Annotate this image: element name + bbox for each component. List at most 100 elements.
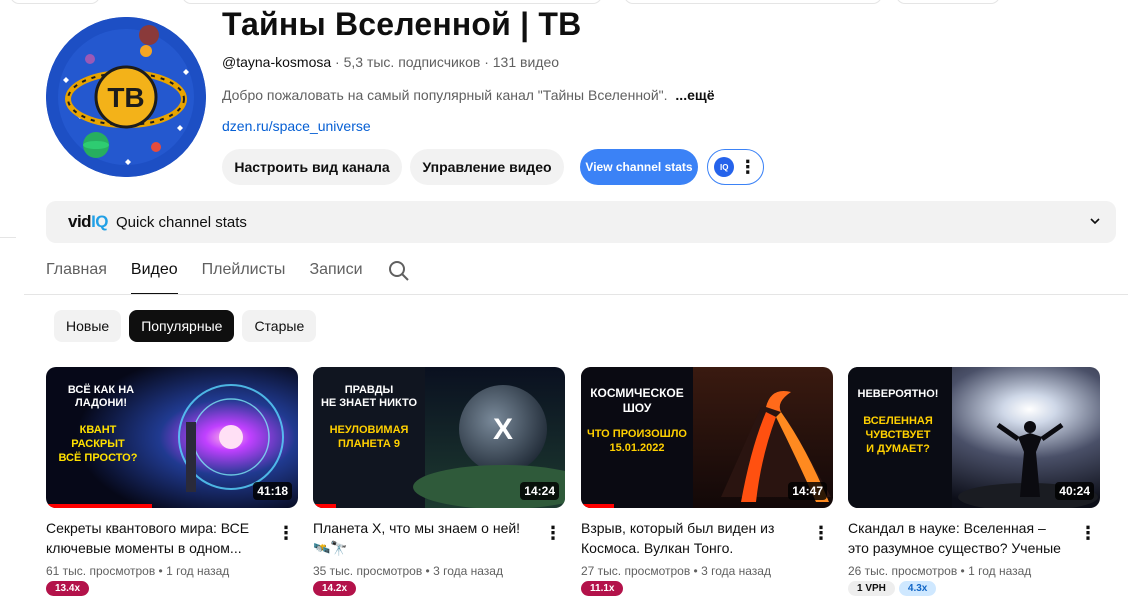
- chip-newest[interactable]: Новые: [54, 310, 122, 342]
- video-meta: 26 тыс. просмотров • 1 год назад: [848, 564, 1032, 578]
- divider: [0, 237, 16, 238]
- thumb-text: 15.01.2022: [609, 442, 664, 454]
- video-thumbnail[interactable]: НЕВЕРОЯТНО! ВСЕЛЕННАЯ ЧУВСТВУЕТ И ДУМАЕТ…: [848, 367, 1100, 508]
- top-bar-fragment: [896, 0, 1000, 4]
- outlier-score-badge: 14.2x: [313, 581, 357, 596]
- thumb-text: ШОУ: [623, 401, 652, 415]
- vidiq-badges: 11.1x: [581, 581, 833, 596]
- video-thumbnail[interactable]: X ПРАВДЫ НЕ ЗНАЕТ НИКТО НЕУЛОВИМАЯ ПЛАНЕ…: [313, 367, 565, 508]
- thumb-text: ЧТО ПРОИЗОШЛО: [587, 428, 687, 440]
- view-count: 35 тыс. просмотров: [313, 564, 423, 578]
- subscriber-count: 5,3 тыс. подписчиков: [343, 54, 481, 70]
- vidiq-logo: vidIQ: [68, 212, 109, 231]
- watch-progress-bar: [46, 504, 152, 508]
- channel-title: Тайны Вселенной | ТВ: [222, 6, 582, 42]
- watch-progress-bar: [313, 504, 336, 508]
- thumb-text: КОСМИЧЕСКОЕ: [590, 386, 684, 400]
- sort-chips: Новые Популярные Старые: [54, 310, 317, 342]
- more-vert-icon[interactable]: ⋮: [1076, 521, 1100, 545]
- video-title[interactable]: Скандал в науке: Вселенная – это разумно…: [848, 518, 1070, 558]
- video-meta: 27 тыс. просмотров • 3 года назад: [581, 564, 771, 578]
- channel-avatar[interactable]: ТВ: [46, 17, 206, 177]
- manage-videos-button[interactable]: Управление видео: [410, 149, 564, 185]
- avatar-text: ТВ: [107, 82, 144, 113]
- channel-description[interactable]: Добро пожаловать на самый популярный кан…: [222, 87, 714, 103]
- video-duration: 14:24: [520, 482, 559, 500]
- vidiq-quick-stats-bar[interactable]: vidIQ Quick channel stats: [46, 201, 1116, 243]
- thumb-text: ПЛАНЕТА 9: [338, 438, 400, 450]
- thumb-text: НЕВЕРОЯТНО!: [858, 388, 939, 400]
- upload-age: 3 года назад: [433, 564, 503, 578]
- video-duration: 41:18: [253, 482, 292, 500]
- video-title[interactable]: Секреты квантового мира: ВСЕ ключевые мо…: [46, 518, 268, 558]
- video-thumbnail[interactable]: ВСЁ КАК НА ЛАДОНИ! КВАНТ РАСКРЫТ ВСЁ ПРО…: [46, 367, 298, 508]
- thumb-text: X: [493, 413, 513, 446]
- video-thumbnail[interactable]: КОСМИЧЕСКОЕ ШОУ ЧТО ПРОИЗОШЛО 15.01.2022…: [581, 367, 833, 508]
- vidiq-badges: 14.2x: [313, 581, 565, 596]
- outlier-score-badge: 11.1x: [581, 581, 624, 596]
- tab-home[interactable]: Главная: [46, 261, 107, 295]
- video-meta: 35 тыс. просмотров • 3 года назад: [313, 564, 503, 578]
- video-title[interactable]: Планета Х, что мы знаем о ней! 🛰️🔭: [313, 518, 535, 558]
- video-card[interactable]: X ПРАВДЫ НЕ ЗНАЕТ НИКТО НЕУЛОВИМАЯ ПЛАНЕ…: [313, 367, 565, 596]
- view-count: 61 тыс. просмотров: [46, 564, 156, 578]
- thumb-text: НЕ ЗНАЕТ НИКТО: [321, 397, 418, 409]
- more-vert-icon[interactable]: ⋮: [541, 521, 565, 545]
- thumb-text: ЧУВСТВУЕТ: [866, 429, 931, 441]
- thumb-text: РАСКРЫТ: [71, 438, 125, 450]
- outlier-score-badge: 13.4x: [46, 581, 90, 596]
- video-duration: 14:47: [788, 482, 827, 500]
- thumb-text: И ДУМАЕТ?: [866, 443, 930, 455]
- thumb-text: КВАНТ: [80, 424, 117, 436]
- chip-popular[interactable]: Популярные: [129, 310, 235, 342]
- more-link[interactable]: ...ещё: [675, 87, 714, 103]
- thumb-text: ВСЕЛЕННАЯ: [863, 415, 933, 427]
- separator: ·: [335, 54, 344, 70]
- video-card[interactable]: НЕВЕРОЯТНО! ВСЕЛЕННАЯ ЧУВСТВУЕТ И ДУМАЕТ…: [848, 367, 1100, 596]
- top-bar-fragment: [10, 0, 100, 4]
- video-card[interactable]: ВСЁ КАК НА ЛАДОНИ! КВАНТ РАСКРЫТ ВСЁ ПРО…: [46, 367, 298, 596]
- watch-progress-bar: [581, 504, 614, 508]
- top-bar-fragment: [624, 0, 882, 4]
- description-text: Добро пожаловать на самый популярный кан…: [222, 87, 668, 103]
- thumb-text: ЛАДОНИ!: [75, 397, 127, 409]
- outlier-score-badge: 4.3x: [898, 581, 937, 596]
- search-bar-fragment[interactable]: [182, 0, 602, 4]
- video-card[interactable]: КОСМИЧЕСКОЕ ШОУ ЧТО ПРОИЗОШЛО 15.01.2022…: [581, 367, 833, 596]
- search-icon[interactable]: [387, 259, 411, 283]
- tab-videos[interactable]: Видео: [130, 261, 178, 295]
- vidiq-menu-button[interactable]: IQ ⋮: [707, 149, 764, 185]
- view-count: 27 тыс. просмотров: [581, 564, 691, 578]
- vph-badge: 1 VPH: [848, 581, 895, 596]
- divider: [24, 294, 1128, 295]
- thumb-text: ВСЁ ПРОСТО?: [59, 451, 138, 464]
- thumb-text: ВСЁ КАК НА: [68, 383, 134, 396]
- channel-link[interactable]: dzen.ru/space_universe: [222, 118, 371, 134]
- vidiq-badges: 13.4x: [46, 581, 298, 596]
- vidiq-badges: 1 VPH 4.3x: [848, 581, 1100, 596]
- more-vert-icon: ⋮: [738, 157, 757, 177]
- vidiq-logo-icon: IQ: [714, 157, 735, 177]
- view-count: 26 тыс. просмотров: [848, 564, 958, 578]
- video-count: 131 видео: [492, 54, 560, 70]
- upload-age: 1 год назад: [166, 564, 230, 578]
- upload-age: 1 год назад: [968, 564, 1032, 578]
- upload-age: 3 года назад: [701, 564, 771, 578]
- vidiq-label: Quick channel stats: [116, 213, 247, 231]
- channel-meta: @tayna-kosmosa · 5,3 тыс. подписчиков · …: [222, 54, 559, 70]
- video-title[interactable]: Взрыв, который был виден из Космоса. Вул…: [581, 518, 803, 558]
- thumb-text: ПРАВДЫ: [345, 384, 394, 396]
- more-vert-icon[interactable]: ⋮: [274, 521, 298, 545]
- video-duration: 40:24: [1055, 482, 1094, 500]
- tab-posts[interactable]: Записи: [309, 261, 362, 295]
- channel-handle: @tayna-kosmosa: [222, 54, 332, 70]
- video-meta: 61 тыс. просмотров • 1 год назад: [46, 564, 230, 578]
- more-vert-icon[interactable]: ⋮: [809, 521, 833, 545]
- chevron-down-icon[interactable]: [1088, 214, 1102, 228]
- customize-channel-button[interactable]: Настроить вид канала: [222, 149, 402, 185]
- thumb-text: НЕУЛОВИМАЯ: [330, 424, 409, 436]
- view-channel-stats-button[interactable]: View channel stats: [580, 149, 698, 185]
- chip-oldest[interactable]: Старые: [242, 310, 317, 342]
- tab-playlists[interactable]: Плейлисты: [202, 261, 286, 295]
- channel-tabs: Главная Видео Плейлисты Записи: [46, 261, 411, 295]
